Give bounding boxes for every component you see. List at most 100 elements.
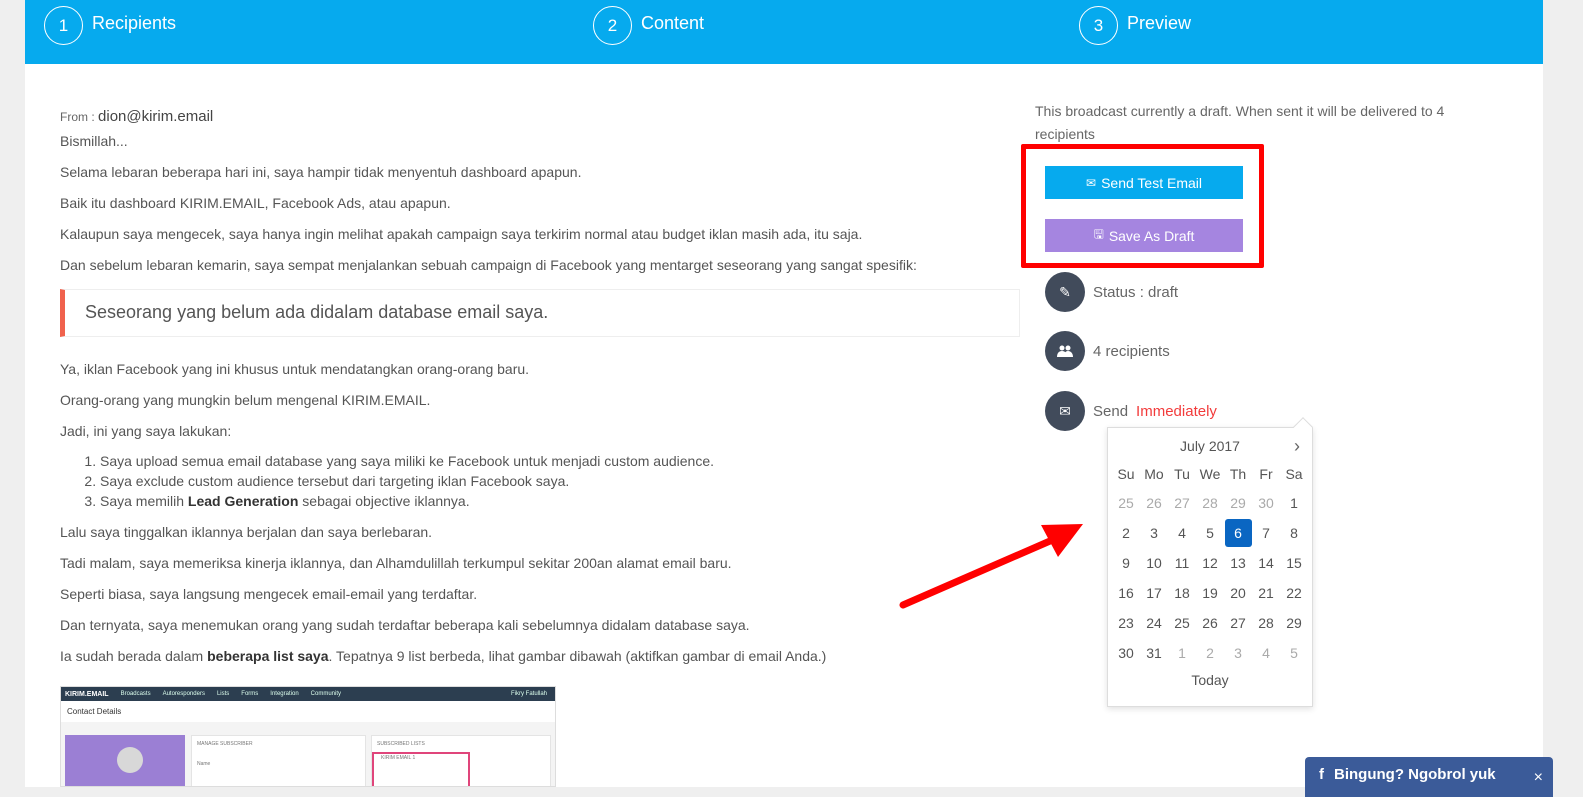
- calendar-day[interactable]: 28: [1252, 608, 1280, 638]
- pencil-icon: ✎: [1045, 272, 1085, 312]
- calendar-week: 23 24 25 26 27 28 29: [1112, 608, 1308, 638]
- step-content[interactable]: 2 Content: [593, 6, 704, 45]
- month-label[interactable]: July 2017: [1180, 438, 1240, 454]
- calendar-day[interactable]: 11: [1168, 548, 1196, 578]
- embedded-screenshot: KIRIM.EMAIL Broadcasts Autoresponders Li…: [60, 686, 556, 787]
- recipients-row: 4 recipients: [1045, 331, 1170, 371]
- step-number: 2: [593, 6, 632, 45]
- broadcast-sidebar: This broadcast currently a draft. When s…: [1035, 100, 1475, 146]
- email-paragraph: Selama lebaran beberapa hari ini, saya h…: [60, 164, 582, 180]
- send-time-toggle[interactable]: Immediately: [1136, 403, 1217, 420]
- calendar-day[interactable]: 16: [1112, 578, 1140, 608]
- calendar-day[interactable]: 18: [1168, 578, 1196, 608]
- calendar-day[interactable]: 7: [1252, 518, 1280, 548]
- step-recipients[interactable]: 1 Recipients: [44, 6, 176, 45]
- email-paragraph: Dan ternyata, saya menemukan orang yang …: [60, 617, 750, 633]
- calendar-day[interactable]: 29: [1224, 488, 1252, 518]
- close-icon[interactable]: ×: [1534, 769, 1543, 787]
- calendar-day[interactable]: 1: [1280, 488, 1308, 518]
- calendar-day[interactable]: 9: [1112, 548, 1140, 578]
- calendar-week: 30 31 1 2 3 4 5: [1112, 638, 1308, 668]
- send-test-email-label: Send Test Email: [1101, 174, 1202, 191]
- email-paragraph: Kalaupun saya mengecek, saya hanya ingin…: [60, 226, 863, 242]
- step-label: Content: [641, 13, 705, 33]
- from-address: dion@kirim.email: [98, 108, 214, 125]
- calendar-day[interactable]: 12: [1196, 548, 1224, 578]
- chat-widget[interactable]: f Bingung? Ngobrol yuk ×: [1305, 757, 1553, 797]
- calendar-day[interactable]: 5: [1280, 638, 1308, 668]
- selected-day: 6: [1224, 519, 1252, 547]
- save-as-draft-button[interactable]: 🖫 Save As Draft: [1045, 219, 1243, 252]
- chevron-right-icon[interactable]: ›: [1294, 428, 1300, 464]
- calendar-day[interactable]: 2: [1112, 518, 1140, 548]
- calendar-day[interactable]: 2: [1196, 638, 1224, 668]
- send-label: Send: [1093, 402, 1129, 420]
- calendar-day[interactable]: 27: [1224, 608, 1252, 638]
- calendar-day[interactable]: 13: [1224, 548, 1252, 578]
- calendar-day[interactable]: 26: [1140, 488, 1168, 518]
- weekday-row: Su Mo Tu We Th Fr Sa: [1112, 460, 1308, 488]
- panel-field: Name: [197, 761, 211, 767]
- calendar-day[interactable]: 17: [1140, 578, 1168, 608]
- calendar-day[interactable]: 8: [1280, 518, 1308, 548]
- weekday-label: We: [1199, 466, 1221, 482]
- avatar: [117, 747, 143, 773]
- envelope-icon: ✉: [1045, 391, 1085, 431]
- email-paragraph: Dan sebelum lebaran kemarin, saya sempat…: [60, 257, 917, 273]
- email-paragraph: Ya, iklan Facebook yang ini khusus untuk…: [60, 361, 530, 377]
- calendar-day[interactable]: 15: [1280, 548, 1308, 578]
- calendar-day[interactable]: 3: [1224, 638, 1252, 668]
- save-as-draft-label: Save As Draft: [1108, 227, 1195, 244]
- weekday-label: Tu: [1174, 466, 1190, 482]
- send-test-email-button[interactable]: ✉ Send Test Email: [1045, 166, 1243, 199]
- calendar-day[interactable]: 29: [1280, 608, 1308, 638]
- calendar-day[interactable]: 22: [1280, 578, 1308, 608]
- calendar-day[interactable]: 27: [1168, 488, 1196, 518]
- today-button[interactable]: Today: [1108, 672, 1312, 688]
- calendar-day[interactable]: 25: [1112, 488, 1140, 518]
- date-picker: July 2017 › Su Mo Tu We Th Fr Sa 25 26 27 28 29 30 1…: [1107, 417, 1313, 707]
- calendar-day[interactable]: 4: [1252, 638, 1280, 668]
- paragraph-text: . Tepatnya 9 list berbeda, lihat gambar …: [328, 648, 827, 664]
- calendar-day[interactable]: 30: [1252, 488, 1280, 518]
- screenshot-title: Contact Details: [61, 701, 555, 722]
- calendar-day[interactable]: 28: [1196, 488, 1224, 518]
- calendar-day[interactable]: 23: [1112, 608, 1140, 638]
- list-item: Saya exclude custom audience tersebut da…: [100, 471, 1020, 491]
- calendar-day[interactable]: 4: [1168, 518, 1196, 548]
- calendar-day[interactable]: 24: [1140, 608, 1168, 638]
- email-paragraph: Ia sudah berada dalam beberapa list saya…: [60, 646, 1020, 666]
- calendar-day[interactable]: 20: [1224, 578, 1252, 608]
- email-paragraph: Bismillah...: [60, 133, 128, 149]
- calendar-week: 25 26 27 28 29 30 1: [1112, 488, 1308, 518]
- weekday-label: Sa: [1285, 466, 1303, 482]
- list-item: Saya memilih Lead Generation sebagai obj…: [100, 491, 1020, 511]
- step-preview[interactable]: 3 Preview: [1079, 6, 1191, 45]
- paragraph-text: Ia sudah berada dalam: [60, 648, 208, 664]
- email-paragraph: Seperti biasa, saya langsung mengecek em…: [60, 586, 478, 602]
- calendar-day[interactable]: 21: [1252, 578, 1280, 608]
- calendar-day[interactable]: 10: [1140, 548, 1168, 578]
- screenshot-nav-item: Integration: [270, 691, 299, 697]
- screenshot-nav-item: Broadcasts: [120, 691, 151, 697]
- paragraph-bold: beberapa list saya: [207, 648, 329, 664]
- calendar-day[interactable]: 26: [1196, 608, 1224, 638]
- calendar-day[interactable]: 14: [1252, 548, 1280, 578]
- calendar-day[interactable]: 6: [1224, 518, 1252, 548]
- calendar-day[interactable]: 19: [1196, 578, 1224, 608]
- chat-label: Bingung? Ngobrol yuk: [1334, 766, 1496, 783]
- calendar-week: 2345678: [1112, 518, 1308, 548]
- calendar-day[interactable]: 25: [1168, 608, 1196, 638]
- email-paragraph: Jadi, ini yang saya lakukan:: [60, 423, 232, 439]
- screenshot-nav-item: Forms: [241, 691, 259, 697]
- calendar-day[interactable]: 31: [1140, 638, 1168, 668]
- status-row: ✎ Status : draft: [1045, 272, 1178, 312]
- calendar-day[interactable]: 1: [1168, 638, 1196, 668]
- calendar-day[interactable]: 3: [1140, 518, 1168, 548]
- screenshot-nav: KIRIM.EMAIL Broadcasts Autoresponders Li…: [61, 687, 555, 701]
- calendar-day[interactable]: 5: [1196, 518, 1224, 548]
- screenshot-nav-item: Community: [310, 691, 341, 697]
- calendar-week: 9 10 11 12 13 14 15: [1112, 548, 1308, 578]
- weekday-label: Fr: [1259, 466, 1273, 482]
- calendar-day[interactable]: 30: [1112, 638, 1140, 668]
